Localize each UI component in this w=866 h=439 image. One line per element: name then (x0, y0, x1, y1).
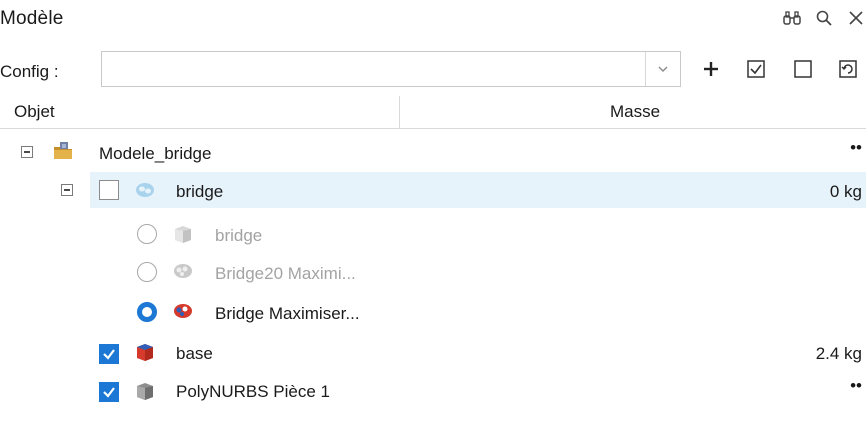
config-label: Config : (0, 62, 59, 81)
config-select[interactable] (101, 51, 681, 87)
tree-row-variant[interactable]: Bridge20 Maximi... (0, 252, 866, 288)
check-all-button[interactable] (742, 55, 770, 83)
close-icon[interactable] (846, 8, 866, 28)
column-header: Objet Masse (0, 96, 866, 129)
part-cube-icon (175, 226, 191, 243)
radio-button-selected[interactable] (137, 302, 157, 322)
radio-button[interactable] (137, 224, 157, 244)
tree-label: bridge (215, 226, 263, 245)
design-space-icon (136, 183, 154, 197)
tree-label: PolyNURBS Pièce 1 (176, 382, 331, 401)
mass-value: •• (850, 376, 862, 395)
mass-value: 2.4 kg (815, 344, 862, 363)
panel-title: Modèle (0, 8, 64, 29)
plus-icon (704, 62, 718, 76)
tree-label: bridge (176, 182, 224, 201)
tree-row-polynurbs[interactable]: PolyNURBS Pièce 1 •• (0, 372, 866, 408)
checkbox[interactable] (99, 180, 119, 200)
checked-box-icon (747, 60, 765, 78)
radio-button[interactable] (137, 262, 157, 282)
add-config-button[interactable] (697, 55, 725, 83)
tree-label: Bridge Maximiser... (215, 304, 360, 323)
panel-header-icons (782, 8, 866, 28)
collapse-icon[interactable] (61, 184, 73, 196)
tree-row-root[interactable]: Modele_bridge •• (0, 134, 866, 170)
tree-label: base (176, 344, 213, 363)
checkmark-icon (103, 349, 115, 360)
tree-row-variant-active[interactable]: Bridge Maximiser... (0, 292, 866, 328)
model-folder-icon (54, 142, 72, 159)
uncheck-all-button[interactable] (789, 55, 817, 83)
binoculars-icon[interactable] (782, 8, 802, 28)
non-design-part-icon (137, 344, 153, 361)
checkmark-icon (103, 387, 115, 398)
search-icon[interactable] (814, 8, 834, 28)
empty-box-icon (794, 60, 812, 78)
column-divider[interactable] (399, 96, 400, 128)
refresh-box-icon (839, 60, 857, 78)
mass-value: 0 kg (829, 182, 862, 201)
refresh-button[interactable] (834, 55, 862, 83)
config-input[interactable] (102, 52, 648, 84)
tree-row-base[interactable]: base 2.4 kg (0, 334, 866, 370)
chevron-down-icon[interactable] (645, 52, 680, 86)
checkbox-checked[interactable] (99, 344, 119, 364)
column-object[interactable]: Objet (14, 102, 55, 122)
column-mass[interactable]: Masse (610, 102, 660, 122)
tree-label: Modele_bridge (99, 144, 212, 163)
tree-row-variant[interactable]: bridge (0, 214, 866, 250)
optimization-result-icon (174, 264, 192, 278)
tree-row-bridge[interactable]: bridge 0 kg (0, 172, 866, 208)
optimization-result-icon (174, 304, 192, 318)
part-cube-icon (137, 383, 153, 400)
tree-label: Bridge20 Maximi... (215, 264, 356, 283)
checkbox-checked[interactable] (99, 382, 119, 402)
mass-value: •• (850, 138, 862, 157)
collapse-icon[interactable] (21, 146, 33, 158)
